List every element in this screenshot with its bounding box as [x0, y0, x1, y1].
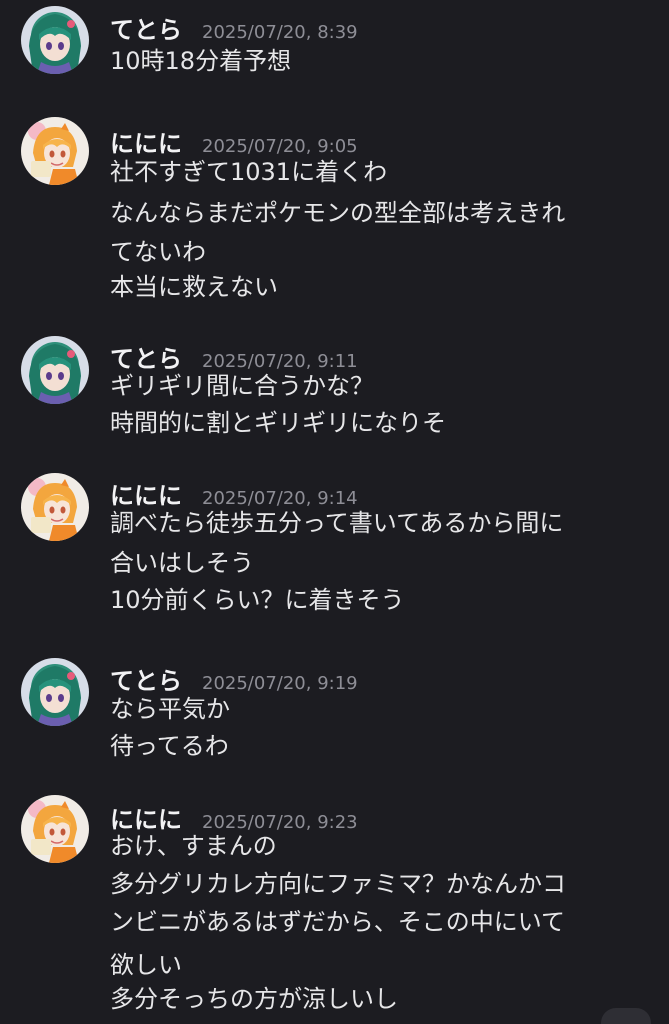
message: ににに 2025/07/20, 9:14 調べたら徒歩五分って書いてあるから間に …: [0, 471, 669, 631]
author-name[interactable]: ににに: [110, 482, 182, 510]
message-header: てとら 2025/07/20, 8:39: [110, 10, 358, 44]
message-header: ににに 2025/07/20, 9:23: [110, 800, 358, 834]
user-avatar[interactable]: [21, 6, 89, 74]
timestamp: 2025/07/20, 9:19: [202, 673, 358, 694]
message-text: 本当に救えない: [110, 273, 278, 301]
message-text: 10時18分着予想: [110, 47, 292, 75]
author-name[interactable]: ににに: [110, 130, 182, 158]
author-name[interactable]: てとら: [110, 667, 182, 695]
author-name[interactable]: てとら: [110, 16, 182, 44]
message-text: てないわ: [110, 238, 206, 266]
green-hair-avatar-icon: [21, 6, 89, 74]
message-header: ににに 2025/07/20, 9:05: [110, 124, 358, 158]
message-text: 待ってるわ: [110, 732, 229, 760]
timestamp: 2025/07/20, 8:39: [202, 22, 358, 43]
message-header: てとら 2025/07/20, 9:19: [110, 661, 358, 695]
message-text: ギリギリ間に合うかな？: [110, 372, 374, 400]
message-text: 時間的に割とギリギリになりそ: [110, 409, 446, 437]
author-name[interactable]: てとら: [110, 345, 182, 373]
message-text: ンビニがあるはずだから、そこの中にいて: [110, 908, 566, 936]
timestamp: 2025/07/20, 9:05: [202, 136, 358, 157]
timestamp: 2025/07/20, 9:14: [202, 488, 358, 509]
message: ににに 2025/07/20, 9:05 社不すぎて1031に着くわ なんならまだ…: [0, 115, 669, 315]
message-text: なんならまだポケモンの型全部は考えきれ: [110, 199, 566, 227]
message-text: おけ、すまんの: [110, 832, 277, 860]
orange-hair-avatar-icon: [21, 117, 89, 185]
message-header: てとら 2025/07/20, 9:11: [110, 339, 358, 373]
user-avatar[interactable]: [21, 795, 89, 863]
timestamp: 2025/07/20, 9:11: [202, 351, 358, 372]
message-text: 多分グリカレ方向にファミマ？かなんかコ: [110, 870, 566, 898]
message-header: ににに 2025/07/20, 9:14: [110, 476, 358, 510]
green-hair-avatar-icon: [21, 336, 89, 404]
message: てとら 2025/07/20, 8:39 10時18分着予想: [0, 0, 669, 110]
message-text: 調べたら徒歩五分って書いてあるから間に: [110, 509, 564, 537]
message-text: 多分そっちの方が涼しいし: [110, 985, 398, 1013]
timestamp: 2025/07/20, 9:23: [202, 812, 358, 833]
author-name[interactable]: ににに: [110, 806, 182, 834]
user-avatar[interactable]: [21, 473, 89, 541]
user-avatar[interactable]: [21, 336, 89, 404]
message-text: 10分前くらい？に着きそう: [110, 586, 405, 614]
green-hair-avatar-icon: [21, 658, 89, 726]
message-text: なら平気か: [110, 695, 230, 723]
chat-log: てとら 2025/07/20, 8:39 10時18分着予想 ににに 2025/07…: [0, 0, 669, 1024]
user-avatar[interactable]: [21, 658, 89, 726]
message: てとら 2025/07/20, 9:11 ギリギリ間に合うかな？ 時間的に割とギリ…: [0, 334, 669, 454]
orange-hair-avatar-icon: [21, 473, 89, 541]
message: ににに 2025/07/20, 9:23 おけ、すまんの 多分グリカレ方向にファミ…: [0, 793, 669, 1024]
message-text: 欲しい: [110, 951, 182, 979]
orange-hair-avatar-icon: [21, 795, 89, 863]
scroll-to-bottom-button[interactable]: [601, 1008, 651, 1024]
message: てとら 2025/07/20, 9:19 なら平気か 待ってるわ: [0, 656, 669, 776]
user-avatar[interactable]: [21, 117, 89, 185]
message-text: 社不すぎて1031に着くわ: [110, 158, 388, 186]
message-text: 合いはしそう: [110, 549, 254, 577]
